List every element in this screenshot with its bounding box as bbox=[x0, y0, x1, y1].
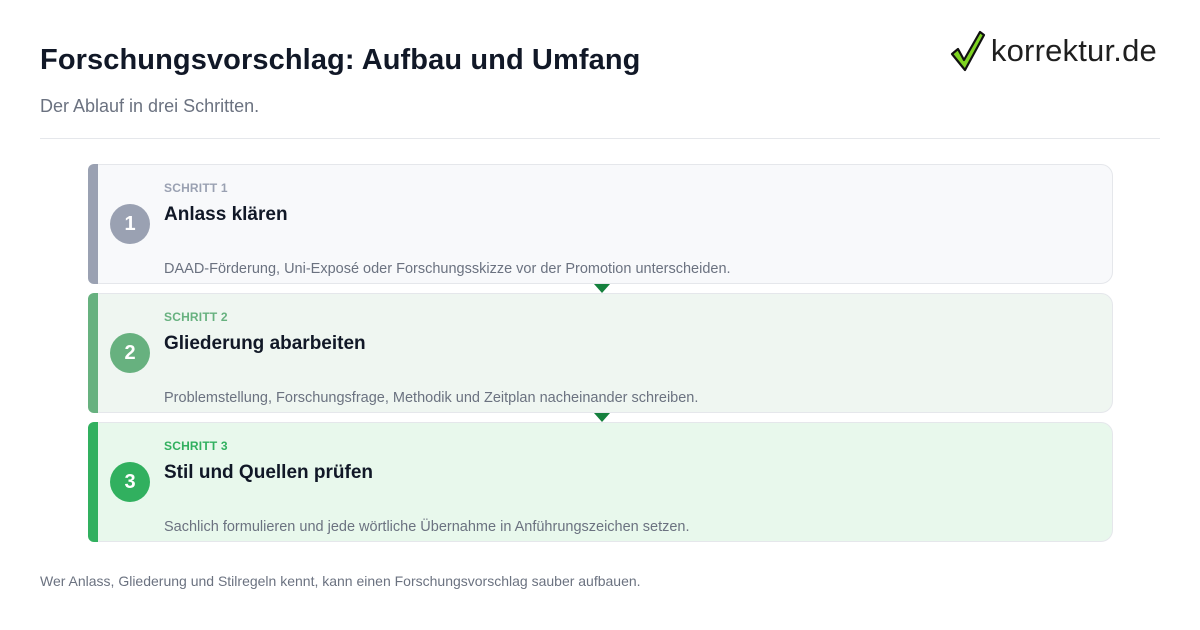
step-heading: Gliederung abarbeiten bbox=[164, 333, 366, 354]
down-arrow-icon bbox=[594, 284, 610, 293]
step-label: SCHRITT 1 bbox=[164, 181, 228, 195]
footer-note: Wer Anlass, Gliederung und Stilregeln ke… bbox=[40, 573, 641, 589]
step-accent-bar bbox=[88, 164, 98, 284]
step-label: SCHRITT 2 bbox=[164, 310, 228, 324]
steps-flow: 1 SCHRITT 1 Anlass klären DAAD-Förderung… bbox=[88, 164, 1113, 551]
step-number-badge: 1 bbox=[110, 204, 150, 244]
checkmark-icon bbox=[950, 30, 986, 72]
step-description: Problemstellung, Forschungsfrage, Method… bbox=[164, 390, 699, 406]
down-arrow-icon bbox=[594, 413, 610, 422]
step-description: DAAD-Förderung, Uni-Exposé oder Forschun… bbox=[164, 261, 731, 277]
step-heading: Stil und Quellen prüfen bbox=[164, 462, 373, 483]
step-card-2: 2 SCHRITT 2 Gliederung abarbeiten Proble… bbox=[88, 293, 1113, 422]
step-number-badge: 2 bbox=[110, 333, 150, 373]
brand-logo[interactable]: korrektur.de bbox=[950, 30, 1157, 72]
step-number-badge: 3 bbox=[110, 462, 150, 502]
logo-text: korrektur.de bbox=[990, 33, 1157, 68]
step-card-1: 1 SCHRITT 1 Anlass klären DAAD-Förderung… bbox=[88, 164, 1113, 293]
step-accent-bar bbox=[88, 293, 98, 413]
page-subtitle: Der Ablauf in drei Schritten. bbox=[40, 96, 260, 116]
step-label: SCHRITT 3 bbox=[164, 439, 228, 453]
step-description: Sachlich formulieren und jede wörtliche … bbox=[164, 519, 690, 535]
header-divider bbox=[40, 138, 1160, 139]
step-accent-bar bbox=[88, 422, 98, 542]
step-card-3: 3 SCHRITT 3 Stil und Quellen prüfen Sach… bbox=[88, 422, 1113, 542]
step-heading: Anlass klären bbox=[164, 204, 288, 225]
